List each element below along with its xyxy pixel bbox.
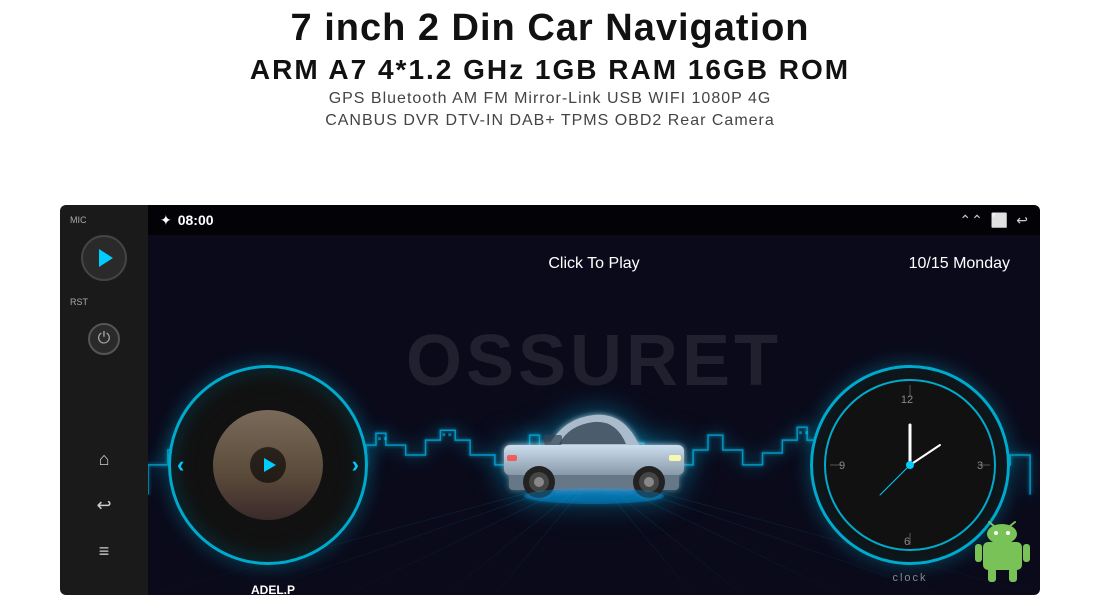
- return-icon: ↩: [1016, 212, 1028, 229]
- play-triangle-icon: [99, 249, 113, 267]
- back-icon[interactable]: ↩: [90, 491, 118, 519]
- power-button[interactable]: ⏻: [88, 323, 120, 355]
- bluetooth-icon: ✦: [160, 212, 172, 229]
- svg-text:12: 12: [901, 394, 913, 406]
- page-container: 7 inch 2 Din Car Navigation ARM A7 4*1.2…: [0, 0, 1100, 615]
- vinyl-ring: ‹ ›: [168, 365, 368, 565]
- status-time: 08:00: [178, 212, 214, 228]
- main-title: 7 inch 2 Din Car Navigation: [0, 8, 1100, 50]
- status-right: ⌃⌃ ⬜ ↩: [959, 212, 1028, 229]
- click-to-play-label: Click To Play: [548, 255, 639, 273]
- prev-arrow[interactable]: ‹: [177, 452, 184, 478]
- window-icon: ⬜: [991, 212, 1008, 229]
- specs-line: ARM A7 4*1.2 GHz 1GB RAM 16GB ROM: [0, 54, 1100, 86]
- music-widget: ‹ › ADEL.P: [168, 365, 378, 575]
- watermark: OSSURET: [406, 320, 782, 402]
- album-art: [213, 410, 323, 520]
- play-tri-icon: [264, 458, 276, 472]
- clock-label: clock: [892, 572, 927, 584]
- car-image: [494, 400, 694, 515]
- features-line2: CANBUS DVR DTV-IN DAB+ TPMS OBD2 Rear Ca…: [0, 112, 1100, 130]
- side-icons: ⌂ ↩ ≡: [90, 445, 118, 585]
- svg-text:6: 6: [904, 536, 910, 548]
- screen-area: ✦ 08:00 ⌃⌃ ⬜ ↩ OSSURET Click To Play 10/…: [148, 205, 1040, 595]
- date-display: 10/15 Monday: [909, 255, 1010, 273]
- mic-label: MIC: [70, 215, 87, 225]
- artist-name: ADEL.P: [251, 583, 295, 595]
- svg-text:9: 9: [839, 460, 845, 472]
- header-section: 7 inch 2 Din Car Navigation ARM A7 4*1.2…: [0, 0, 1100, 130]
- features-line1: GPS Bluetooth AM FM Mirror-Link USB WIFI…: [0, 90, 1100, 108]
- album-play-button[interactable]: [250, 447, 286, 483]
- signal-icon: ⌃⌃: [959, 212, 982, 229]
- power-icon: ⏻: [98, 330, 111, 348]
- svg-text:3: 3: [977, 460, 983, 472]
- next-arrow[interactable]: ›: [352, 452, 359, 478]
- physical-unit: MIC RST ⏻ ⌂ ↩ ≡: [60, 205, 148, 595]
- android-logo: [975, 520, 1030, 585]
- status-left: ✦ 08:00: [160, 212, 214, 229]
- car-unit-wrapper: MIC RST ⏻ ⌂ ↩ ≡: [60, 205, 1040, 605]
- status-bar: ✦ 08:00 ⌃⌃ ⬜ ↩: [148, 205, 1040, 235]
- menu-icon[interactable]: ≡: [90, 537, 118, 565]
- home-icon[interactable]: ⌂: [90, 445, 118, 473]
- rst-label: RST: [70, 297, 88, 307]
- play-button[interactable]: [81, 235, 127, 281]
